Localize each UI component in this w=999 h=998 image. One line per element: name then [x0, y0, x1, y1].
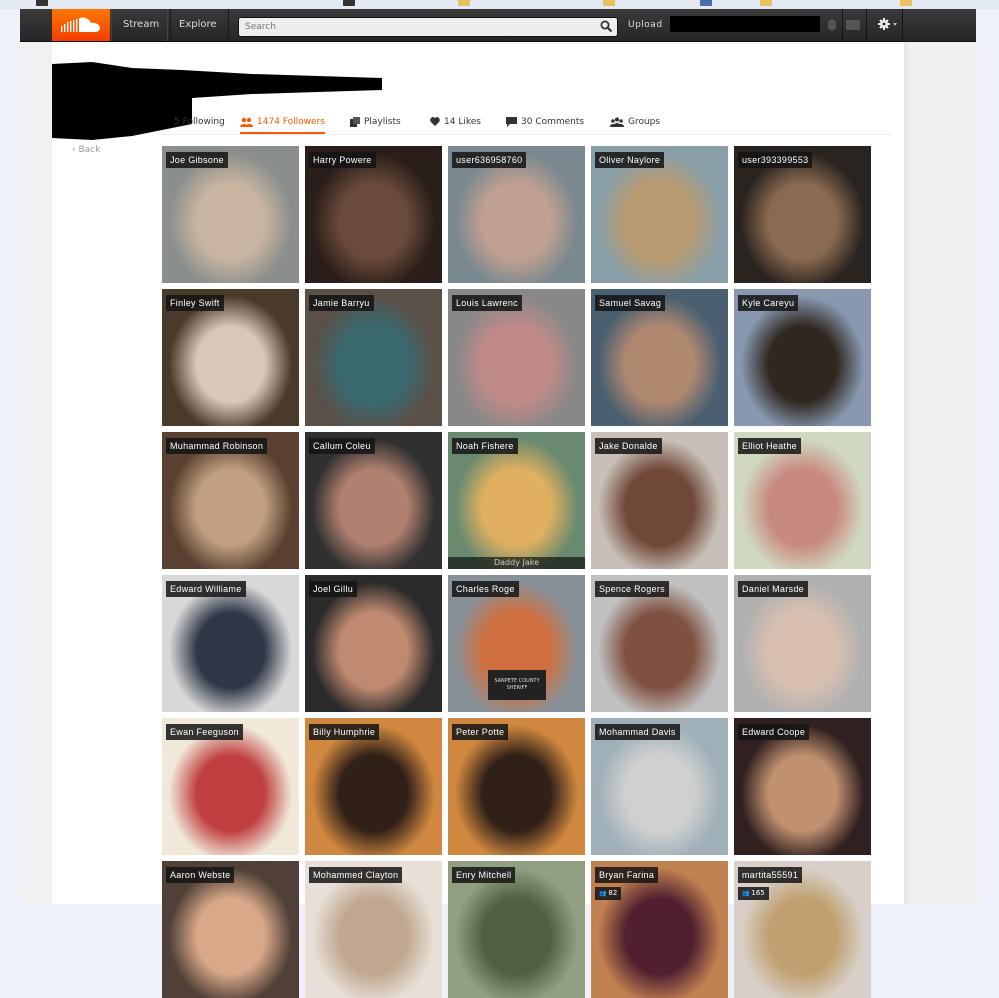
messages-icon[interactable]: [845, 17, 861, 31]
follower-name[interactable]: Spence Rogers: [595, 581, 669, 597]
follower-tile[interactable]: Elliot Heathe: [734, 432, 871, 569]
profile-page: 5 Following 1474 Followers Playlists 14 …: [52, 42, 904, 998]
follower-name[interactable]: martita55591: [738, 867, 803, 883]
follower-name[interactable]: user636958760: [452, 152, 527, 168]
notifications-icon[interactable]: [824, 17, 840, 31]
follower-tile[interactable]: Kyle Careyu: [734, 289, 871, 426]
follower-name[interactable]: Ewan Feeguson: [166, 724, 243, 740]
follower-tile[interactable]: Mohammed Clayton: [305, 861, 442, 998]
follower-name[interactable]: Billy Humphrie: [309, 724, 380, 740]
follower-name[interactable]: Finley Swift: [166, 295, 224, 311]
follower-name[interactable]: Noah Fishere: [452, 438, 518, 454]
follower-tile[interactable]: Mohammad Davis: [591, 718, 728, 855]
follower-name[interactable]: Mohammed Clayton: [309, 867, 403, 883]
profile-tabs: 5 Following 1474 Followers Playlists 14 …: [160, 112, 892, 135]
follower-tile[interactable]: Joe Gibsone: [162, 146, 299, 283]
follower-name[interactable]: Jake Donalde: [595, 438, 662, 454]
tab-followers[interactable]: 1474 Followers: [240, 112, 325, 134]
groups-icon: [610, 117, 624, 127]
comment-icon: [506, 116, 517, 127]
follower-name[interactable]: Samuel Savag: [595, 295, 666, 311]
follower-tile[interactable]: Harry Powere: [305, 146, 442, 283]
follower-name[interactable]: Kyle Careyu: [738, 295, 799, 311]
follower-tile[interactable]: Bryan Farina 👥 82: [591, 861, 728, 998]
tab-likes[interactable]: 14 Likes: [430, 112, 481, 132]
users-icon: [240, 117, 253, 127]
follower-name[interactable]: Louis Lawrenc: [452, 295, 522, 311]
playlist-icon: [350, 116, 360, 127]
follower-name[interactable]: Enry Mitchell: [452, 867, 516, 883]
follower-name[interactable]: Callum Coleu: [309, 438, 375, 454]
photo-sign-text: SANPETE COUNTY SHERIFF: [488, 670, 546, 700]
follower-tile[interactable]: Edward Coope: [734, 718, 871, 855]
settings-gear-icon[interactable]: [877, 16, 899, 35]
follower-tile[interactable]: Daniel Marsde: [734, 575, 871, 712]
follower-tile[interactable]: Callum Coleu: [305, 432, 442, 569]
follower-count-badge: 👥 165: [738, 887, 769, 900]
search-icon[interactable]: [600, 20, 613, 33]
follower-tile[interactable]: Noah Fishere Daddy Jake: [448, 432, 585, 569]
chevron-left-icon: ‹: [72, 145, 76, 155]
upload-link[interactable]: Upload: [628, 9, 663, 41]
follower-name[interactable]: Aaron Webste: [166, 867, 235, 883]
nav-explore[interactable]: Explore: [167, 9, 229, 41]
follower-name[interactable]: Charles Roge: [452, 581, 519, 597]
follower-tile[interactable]: Spence Rogers: [591, 575, 728, 712]
follower-tile[interactable]: Oliver Naylore: [591, 146, 728, 283]
nav-stream[interactable]: Stream: [111, 9, 172, 41]
follower-tile[interactable]: Peter Potte: [448, 718, 585, 855]
follower-name[interactable]: Elliot Heathe: [738, 438, 801, 454]
follower-tile[interactable]: Edward Williame: [162, 575, 299, 712]
photo-caption: Daddy Jake: [448, 557, 585, 569]
follower-tile[interactable]: Jamie Barryu: [305, 289, 442, 426]
users-icon: 👥: [599, 890, 609, 897]
follower-name[interactable]: user393399553: [738, 152, 813, 168]
tab-comments[interactable]: 30 Comments: [506, 112, 584, 132]
follower-name[interactable]: Mohammad Davis: [595, 724, 680, 740]
follower-name[interactable]: Oliver Naylore: [595, 152, 665, 168]
follower-tile[interactable]: Samuel Savag: [591, 289, 728, 426]
search-input[interactable]: [239, 18, 601, 36]
follower-name[interactable]: Muhammad Robinson: [166, 438, 268, 454]
follower-tile[interactable]: Jake Donalde: [591, 432, 728, 569]
follower-tile[interactable]: Aaron Webste: [162, 861, 299, 998]
follower-tile[interactable]: Finley Swift: [162, 289, 299, 426]
right-gutter: [904, 42, 980, 904]
follower-tile[interactable]: user636958760: [448, 146, 585, 283]
follower-name[interactable]: Edward Coope: [738, 724, 810, 740]
cloud-icon: [61, 17, 100, 32]
follower-tile[interactable]: Enry Mitchell: [448, 861, 585, 998]
follower-tile[interactable]: Charles Roge SANPETE COUNTY SHERIFF: [448, 575, 585, 712]
tab-groups[interactable]: Groups: [610, 112, 660, 132]
top-navbar: Stream Explore Upload: [20, 9, 976, 42]
tab-following[interactable]: 5 Following: [174, 112, 225, 132]
follower-tile[interactable]: Louis Lawrenc: [448, 289, 585, 426]
bookmarks-bar: [0, 0, 999, 9]
follower-name[interactable]: Joel Gillu: [309, 581, 358, 597]
follower-name[interactable]: Joe Gibsone: [166, 152, 228, 168]
follower-tile[interactable]: Ewan Feeguson: [162, 718, 299, 855]
follower-count: 82: [608, 889, 618, 897]
tab-playlists[interactable]: Playlists: [350, 112, 401, 132]
follower-name[interactable]: Jamie Barryu: [309, 295, 374, 311]
user-menu-redacted[interactable]: [670, 16, 820, 32]
follower-name[interactable]: Bryan Farina: [595, 867, 659, 883]
back-link[interactable]: ‹ Back: [72, 145, 100, 155]
browser-viewport: Stream Explore Upload: [20, 9, 980, 998]
soundcloud-logo[interactable]: [52, 9, 110, 41]
follower-name[interactable]: Harry Powere: [309, 152, 376, 168]
follower-count: 165: [751, 889, 765, 897]
follower-tile[interactable]: Muhammad Robinson: [162, 432, 299, 569]
search-box: [238, 17, 618, 37]
follower-name[interactable]: Daniel Marsde: [738, 581, 808, 597]
users-icon: 👥: [742, 890, 752, 897]
follower-count-badge: 👥 82: [595, 887, 622, 900]
follower-tile[interactable]: martita55591 👥 165: [734, 861, 871, 998]
heart-icon: [430, 117, 440, 126]
follower-tile[interactable]: Joel Gillu: [305, 575, 442, 712]
follower-tile[interactable]: Billy Humphrie: [305, 718, 442, 855]
follower-tile[interactable]: user393399553: [734, 146, 871, 283]
follower-name[interactable]: Edward Williame: [166, 581, 246, 597]
follower-name[interactable]: Peter Potte: [452, 724, 509, 740]
